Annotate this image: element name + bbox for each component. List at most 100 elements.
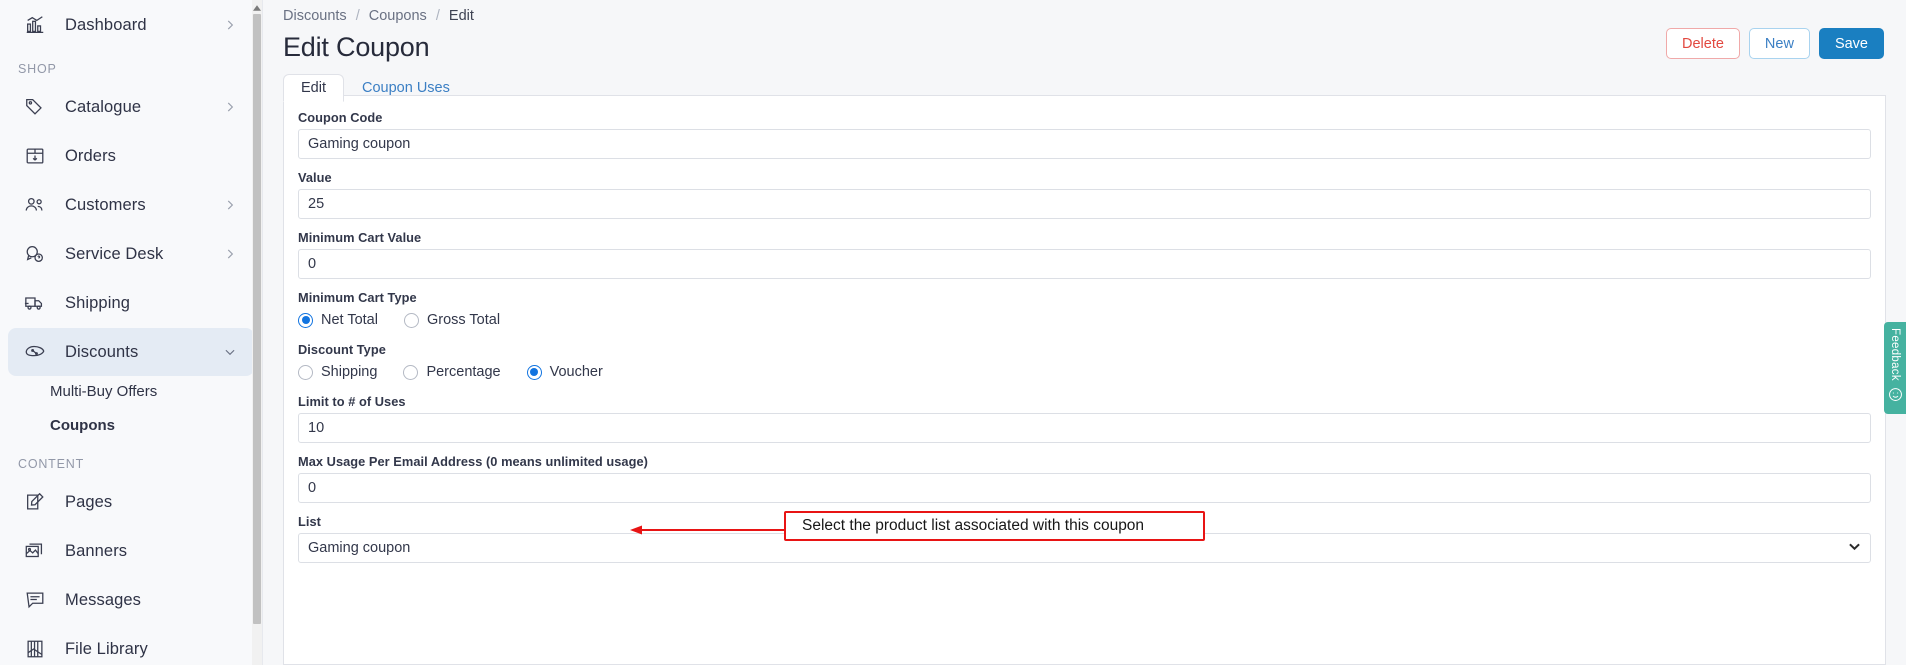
sidebar-item-banners[interactable]: Banners [8,527,254,575]
sidebar-subitem-coupons[interactable]: Coupons [0,411,262,439]
edit-coupon-panel: Coupon Code Value Minimum Cart Value Min… [283,95,1886,665]
radio-option-shipping[interactable]: Shipping [298,364,377,380]
annotation-text: Select the product list associated with … [802,517,1145,534]
feedback-label: Feedback [1889,328,1901,381]
field-limit-to-uses: Limit to # of Uses [298,394,1871,443]
radio-option-gross-total[interactable]: Gross Total [403,312,500,328]
radio-label: Voucher [549,364,603,380]
radio-label: Shipping [321,364,378,380]
field-max-usage-per-email: Max Usage Per Email Address (0 means unl… [298,454,1871,503]
field-minimum-cart-value: Minimum Cart Value [298,230,1871,279]
page-edit-icon [22,489,48,515]
breadcrumb-separator: / [355,8,360,24]
coupon-code-label: Coupon Code [298,110,383,125]
percent-tag-icon [22,339,48,365]
sidebar-item-file-library[interactable]: File Library [8,625,254,665]
radio-indicator[interactable] [298,364,313,380]
smiley-face-icon [1888,387,1903,407]
list-select-value: Gaming coupon [308,540,411,556]
sidebar-item-label: Messages [65,590,142,609]
sidebar-item-label: Banners [65,541,128,560]
sidebar-section-shop: SHOP [18,62,57,76]
radio-indicator[interactable] [403,312,419,328]
app-root: Dashboard SHOP Catalogue Orders Customer… [0,0,1906,665]
sidebar-item-label: Pages [65,492,113,511]
new-button[interactable]: New [1748,28,1810,59]
max-usage-per-email-input[interactable] [298,473,1871,503]
sidebar-subitem-multi-buy-offers[interactable]: Multi-Buy Offers [0,377,262,405]
sidebar-item-catalogue[interactable]: Catalogue [8,83,254,131]
message-icon [22,587,48,613]
discount-type-radio-group: Shipping Percentage Voucher [298,361,1871,383]
chevron-down-icon [223,345,237,359]
field-value: Value [298,170,1871,219]
sidebar-item-pages[interactable]: Pages [8,478,254,526]
sidebar-section-content: CONTENT [18,457,85,471]
radio-indicator[interactable] [526,364,542,380]
sidebar-item-customers[interactable]: Customers [8,181,254,229]
field-minimum-cart-type: Minimum Cart Type Net Total Gross Total [298,290,1871,331]
minimum-cart-value-input[interactable] [298,249,1871,279]
limit-to-uses-input[interactable] [298,413,1871,443]
breadcrumb-item-discounts[interactable]: Discounts [283,8,347,24]
tab-coupon-uses[interactable]: Coupon Uses [344,74,468,102]
minimum-cart-type-radio-group: Net Total Gross Total [298,309,1871,331]
question-bubble-icon [22,241,48,267]
discount-type-label: Discount Type [298,342,386,357]
breadcrumb-item-coupons[interactable]: Coupons [369,8,427,24]
dashboard-chart-icon [22,12,48,38]
breadcrumb: Discounts / Coupons / Edit [263,0,1906,24]
field-coupon-code: Coupon Code [298,110,1871,159]
max-usage-per-email-label: Max Usage Per Email Address (0 means unl… [298,454,648,469]
radio-label: Net Total [321,312,378,328]
sidebar-item-shipping[interactable]: Shipping [8,279,254,327]
radio-option-percentage[interactable]: Percentage [403,364,501,380]
radio-indicator[interactable] [298,312,313,328]
scroll-up-arrow-icon[interactable] [252,2,262,14]
coupon-code-input[interactable] [298,129,1871,159]
file-library-icon [22,636,48,662]
radio-option-net-total[interactable]: Net Total [298,312,378,328]
images-icon [22,538,48,564]
sidebar-item-dashboard[interactable]: Dashboard [8,1,254,49]
sidebar-scrollbar[interactable] [252,0,262,665]
header-actions: Delete New Save [1666,28,1884,59]
chevron-right-icon [223,198,237,212]
chevron-right-icon [223,18,237,32]
sidebar-subitem-label: Coupons [50,416,115,434]
sidebar-item-label: Shipping [65,293,131,312]
radio-indicator[interactable] [403,364,419,380]
breadcrumb-item-edit: Edit [448,8,474,24]
chevron-right-icon [223,100,237,114]
truck-icon [22,290,48,316]
feedback-tab[interactable]: Feedback [1884,322,1906,414]
sidebar-item-discounts[interactable]: Discounts [8,328,254,376]
breadcrumb-separator: / [435,8,440,24]
sidebar-scrollbar-thumb[interactable] [253,14,261,624]
sidebar-item-label: Customers [65,195,146,214]
annotation-callout: Select the product list associated with … [784,511,1205,541]
box-download-icon [22,143,48,169]
limit-to-uses-label: Limit to # of Uses [298,394,406,409]
chevron-down-icon [1849,543,1860,554]
value-label: Value [298,170,332,185]
sidebar-item-service-desk[interactable]: Service Desk [8,230,254,278]
sidebar-item-label: Dashboard [65,15,147,34]
delete-button[interactable]: Delete [1666,28,1740,59]
tab-bar: Edit Coupon Uses [283,73,1906,102]
sidebar-item-messages[interactable]: Messages [8,576,254,624]
sidebar-subitem-label: Multi-Buy Offers [50,382,158,400]
tags-icon [22,94,48,120]
sidebar-item-label: Discounts [65,342,139,361]
sidebar-item-label: File Library [65,639,148,658]
page-title: Edit Coupon [283,32,430,62]
minimum-cart-value-label: Minimum Cart Value [298,230,422,245]
field-discount-type: Discount Type Shipping Percentage Vouche… [298,342,1871,383]
sidebar-item-orders[interactable]: Orders [8,132,254,180]
sidebar-item-label: Orders [65,146,117,165]
save-button[interactable]: Save [1818,28,1884,59]
tab-edit[interactable]: Edit [283,74,344,102]
radio-option-voucher[interactable]: Voucher [526,364,603,380]
sidebar: Dashboard SHOP Catalogue Orders Customer… [0,0,263,665]
value-input[interactable] [298,189,1871,219]
